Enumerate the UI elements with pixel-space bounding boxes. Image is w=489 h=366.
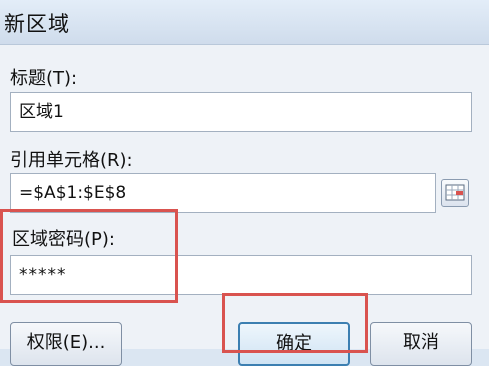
ok-button[interactable]: 确定 bbox=[238, 322, 350, 366]
title-label: 标题(T): bbox=[10, 68, 78, 89]
password-input[interactable]: ***** bbox=[10, 255, 472, 295]
ref-label: 引用单元格(R): bbox=[10, 150, 133, 171]
collapse-dialog-button[interactable] bbox=[441, 179, 469, 207]
dialog-title: 新区域 bbox=[4, 12, 70, 36]
permissions-button[interactable]: 权限(E)... bbox=[10, 322, 122, 366]
title-input[interactable]: 区域1 bbox=[10, 92, 472, 132]
range-select-icon bbox=[445, 184, 465, 201]
password-label: 区域密码(P): bbox=[12, 229, 115, 250]
ref-input[interactable]: =$A$1:$E$8 bbox=[10, 173, 436, 213]
cancel-button[interactable]: 取消 bbox=[370, 322, 472, 366]
title-bar: 新区域 bbox=[0, 0, 489, 45]
